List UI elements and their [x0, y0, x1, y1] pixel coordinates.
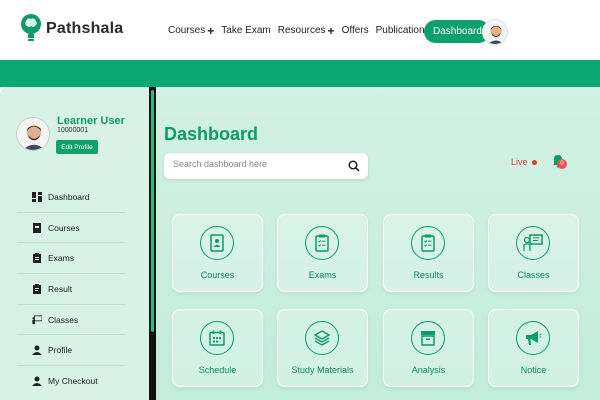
sidebar-item-my-checkout[interactable]: My Checkout [17, 366, 125, 397]
sidebar-item-profile[interactable]: Profile [17, 335, 125, 367]
book-icon [32, 222, 42, 233]
search-input[interactable] [173, 159, 333, 169]
layers-icon [314, 330, 330, 346]
nav-courses[interactable]: Courses + [168, 23, 215, 38]
clipboard-list-icon [421, 234, 435, 252]
clipboard-icon [32, 253, 42, 264]
nav-courses-label: Courses [168, 25, 206, 36]
sidebar-item-label: Classes [48, 314, 79, 325]
card-icon-circle [305, 226, 339, 260]
header-band [0, 60, 600, 87]
edit-profile-button[interactable]: Edit Profile [56, 140, 98, 154]
search-box [164, 153, 368, 179]
scrollbar-thumb[interactable] [151, 90, 154, 332]
main-nav: Courses + Take Exam Resources + Offers P… [168, 23, 437, 38]
sidebar-item-dashboard[interactable]: Dashboard [17, 182, 125, 213]
calendar-icon [209, 330, 225, 346]
user-id: 10000001 [57, 127, 89, 134]
card-label: Courses [200, 270, 235, 280]
avatar[interactable] [482, 19, 508, 45]
book-icon [210, 234, 224, 252]
sidebar-item-label: Result [48, 283, 73, 294]
card-notice[interactable]: Notice [488, 309, 579, 387]
card-label: Study Materials [291, 365, 354, 375]
user-icon [32, 376, 42, 387]
user-icon [32, 345, 42, 356]
card-icon-circle [516, 321, 550, 355]
card-icon-circle [516, 226, 550, 260]
nav-resources[interactable]: Resources + [277, 23, 335, 38]
card-icon-circle [411, 226, 445, 260]
card-schedule[interactable]: Schedule [172, 309, 263, 387]
sidebar-item-label: Profile [48, 345, 73, 356]
top-navbar: Pathshala Courses + Take Exam Resources … [0, 0, 600, 60]
card-analysis[interactable]: Analysis [383, 309, 474, 387]
sidebar-item-label: My Checkout [48, 376, 98, 387]
nav-resources-plus-icon: + [327, 23, 335, 38]
card-study-materials[interactable]: Study Materials [277, 309, 368, 387]
sidebar-item-result[interactable]: Result [17, 274, 125, 305]
presentation-icon [523, 234, 543, 251]
presentation-icon [32, 315, 42, 325]
brand-name[interactable]: Pathshala [46, 20, 123, 38]
sidebar-item-exams[interactable]: Exams [17, 243, 125, 275]
profile-avatar[interactable] [16, 117, 50, 151]
card-label: Exams [308, 270, 337, 280]
sidebar-item-classes[interactable]: Classes [17, 305, 125, 336]
card-icon-circle [200, 321, 234, 355]
notification-count-badge: 0 [557, 159, 567, 169]
sidebar-menu: Dashboard Courses Exams Result Classes P… [17, 182, 125, 397]
card-label: Analysis [411, 365, 446, 375]
nav-publications[interactable]: Publications [376, 25, 430, 36]
card-courses[interactable]: Courses [172, 214, 263, 292]
sidebar-item-label: Dashboard [48, 191, 90, 202]
sidebar-item-label: Exams [48, 253, 74, 264]
live-label: Live [511, 157, 528, 167]
nav-publications-label: Publications [375, 25, 430, 36]
search-icon[interactable] [348, 160, 360, 172]
clipboard-check-icon [315, 234, 329, 252]
card-classes[interactable]: Classes [488, 214, 579, 292]
card-icon-circle [411, 321, 445, 355]
live-indicator[interactable]: Live [511, 157, 537, 167]
dashboard-button[interactable]: Dashboard [424, 20, 490, 43]
archive-icon [421, 331, 435, 346]
nav-take-exam-label: Take Exam [221, 25, 271, 36]
sidebar-item-label: Courses [48, 222, 80, 233]
megaphone-icon [526, 331, 542, 345]
nav-resources-label: Resources [277, 25, 326, 36]
card-label: Results [413, 270, 444, 280]
live-dot-icon [531, 159, 537, 165]
clipboard-list-icon [32, 283, 42, 294]
card-icon-circle [200, 226, 234, 260]
card-label: Classes [517, 270, 550, 280]
card-label: Notice [520, 365, 547, 375]
user-name: Learner User [57, 115, 125, 127]
card-label: Schedule [198, 365, 237, 375]
user-avatar-icon [483, 20, 507, 44]
brain-bulb-logo-icon[interactable] [18, 12, 44, 42]
nav-take-exam[interactable]: Take Exam [221, 25, 270, 36]
card-exams[interactable]: Exams [277, 214, 368, 292]
card-icon-circle [305, 321, 339, 355]
sidebar-item-courses[interactable]: Courses [17, 213, 125, 244]
nav-offers[interactable]: Offers [342, 25, 369, 36]
card-results[interactable]: Results [383, 214, 474, 292]
nav-offers-label: Offers [341, 25, 369, 36]
page-title: Dashboard [164, 124, 259, 144]
nav-courses-plus-icon: + [207, 23, 215, 38]
grid-icon [32, 191, 42, 202]
